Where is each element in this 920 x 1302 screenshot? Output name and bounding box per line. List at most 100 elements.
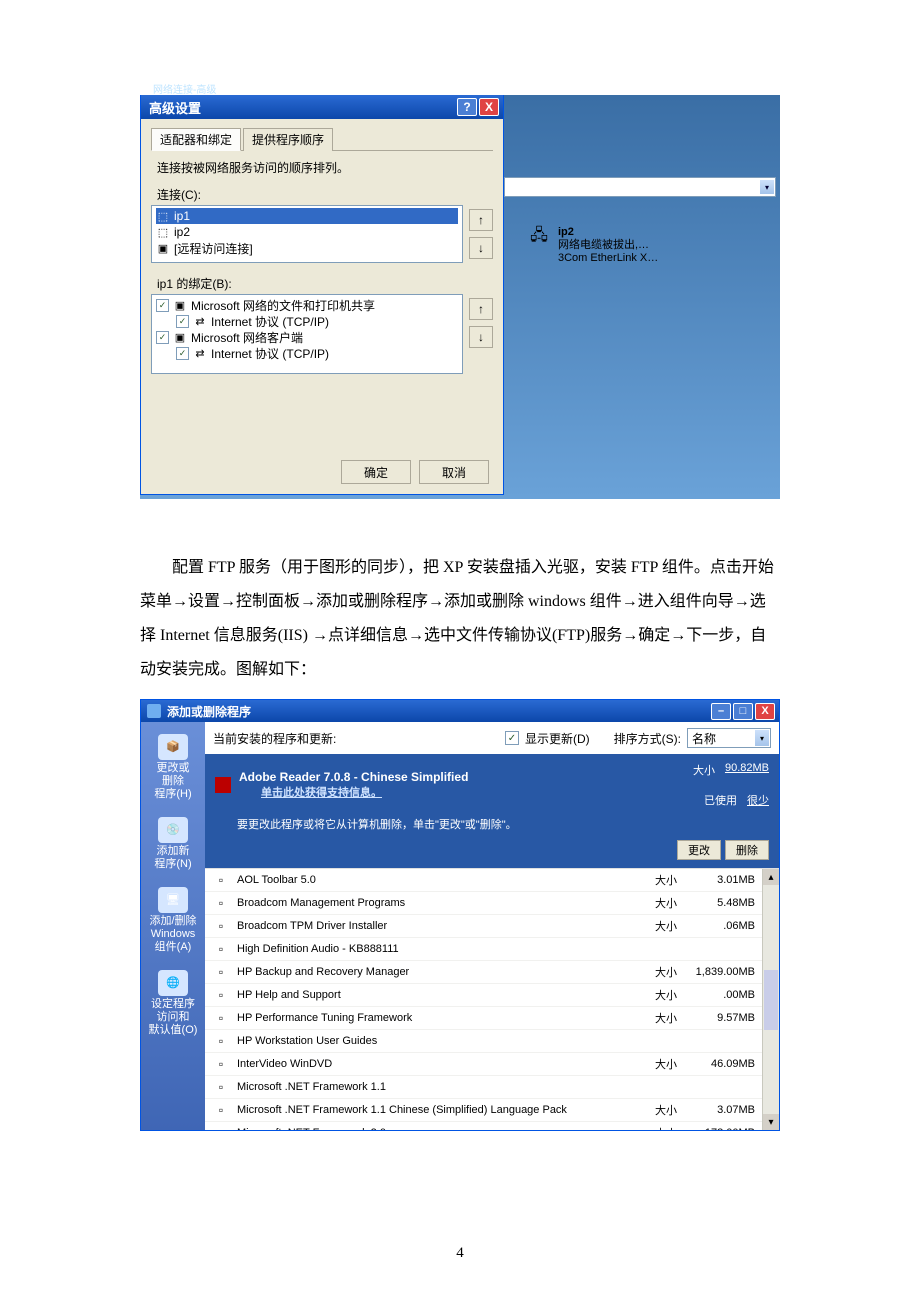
connection-label: [远程访问连接]: [174, 240, 253, 257]
connections-list[interactable]: ⬚ ip1 ⬚ ip2 ▣ [远程访问连接]: [151, 205, 463, 263]
programs-list[interactable]: ▫AOL Toolbar 5.0大小3.01MB ▫ Broadcom Manage…: [205, 868, 779, 1130]
size-label: 大小: [647, 1056, 677, 1072]
sidebar-change-remove[interactable]: 📦 更改或 删除 程序(H): [141, 728, 205, 811]
binding-label: Internet 协议 (TCP/IP): [211, 345, 329, 362]
checkbox-icon[interactable]: ✓: [156, 299, 169, 312]
cancel-button[interactable]: 取消: [419, 460, 489, 484]
binding-item[interactable]: ✓ ▣ Microsoft 网络的文件和打印机共享: [156, 297, 458, 313]
program-row[interactable]: ▫HP Performance Tuning Framework大小9.57MB: [205, 1007, 779, 1030]
program-icon: ▫: [213, 964, 229, 980]
window-title: 添加或删除程序: [167, 703, 251, 720]
program-row[interactable]: ▫HP Workstation User Guides: [205, 1030, 779, 1053]
program-name: Microsoft .NET Framework 1.1 Chinese (Si…: [237, 1104, 639, 1116]
sidebar-add-new[interactable]: 💿 添加新 程序(N): [141, 811, 205, 881]
sort-select[interactable]: 名称 ▾: [687, 728, 771, 748]
chevron-down-icon[interactable]: ▾: [760, 180, 774, 194]
program-row[interactable]: ▫InterVideo WinDVD大小46.09MB: [205, 1053, 779, 1076]
connection-order-arrows: ↑ ↓: [469, 205, 493, 263]
address-dropdown[interactable]: ▾: [504, 177, 776, 197]
size-value: 3.01MB: [685, 874, 755, 886]
remove-button[interactable]: 删除: [725, 840, 769, 860]
connection-item-ip2[interactable]: ⬚ ip2: [156, 224, 458, 240]
program-name: Microsoft .NET Framework 2.0: [237, 1127, 639, 1130]
network-adapter-icon[interactable]: 🖧: [526, 225, 552, 249]
program-name: Broadcom Management Programs: [237, 897, 639, 909]
checkbox-icon[interactable]: ✓: [176, 315, 189, 328]
change-remove-note: 要更改此程序或将它从计算机删除，单击"更改"或"删除"。: [237, 816, 769, 832]
program-icon: ▫: [213, 1125, 229, 1130]
connection-item-remote[interactable]: ▣ [远程访问连接]: [156, 240, 458, 256]
program-icon: ▫: [213, 1079, 229, 1095]
ok-button[interactable]: 确定: [341, 460, 411, 484]
page-number: 4: [0, 1245, 920, 1262]
checkbox-icon[interactable]: ✓: [156, 331, 169, 344]
program-row[interactable]: ▫HP Backup and Recovery Manager大小1,839.0…: [205, 961, 779, 984]
move-up-button[interactable]: ↑: [469, 209, 493, 231]
show-updates-checkbox[interactable]: ✓: [505, 731, 519, 745]
program-row[interactable]: ▫High Definition Audio - KB888111: [205, 938, 779, 961]
binding-label: Internet 协议 (TCP/IP): [211, 313, 329, 330]
program-icon: ▫: [213, 941, 229, 957]
network-connection-icons: 🖧 ip2 网络电缆被拔出,… 3Com EtherLink X…: [526, 225, 658, 267]
program-icon: ▫: [213, 1102, 229, 1118]
binding-item[interactable]: ✓ ⇄ Internet 协议 (TCP/IP): [156, 313, 458, 329]
change-button[interactable]: 更改: [677, 840, 721, 860]
bindings-list[interactable]: ✓ ▣ Microsoft 网络的文件和打印机共享 ✓ ⇄ Internet 协…: [151, 294, 463, 374]
program-row[interactable]: ▫Broadcom Management Programs大小5.48MB: [205, 892, 779, 915]
title-bar: 添加或删除程序 – □ X: [141, 700, 779, 722]
scroll-thumb[interactable]: [764, 970, 778, 1030]
size-value: 178.00MB: [685, 1127, 755, 1130]
program-row[interactable]: ▫HP Help and Support大小.00MB: [205, 984, 779, 1007]
program-name: Broadcom TPM Driver Installer: [237, 920, 639, 932]
close-button[interactable]: X: [479, 98, 499, 116]
protocol-icon: ⇄: [193, 315, 207, 328]
vertical-scrollbar[interactable]: ▴ ▾: [762, 869, 779, 1130]
program-row[interactable]: ▫Broadcom TPM Driver Installer大小.06MB: [205, 915, 779, 938]
box-icon: 📦: [158, 734, 188, 760]
tab-provider-order[interactable]: 提供程序顺序: [243, 128, 333, 151]
maximize-button[interactable]: □: [733, 703, 753, 720]
support-link[interactable]: 单击此处获得支持信息。: [261, 787, 382, 799]
sidebar-program-access[interactable]: 🌐 设定程序 访问和 默认值(O): [141, 964, 205, 1047]
cd-icon: 💿: [158, 817, 188, 843]
connection-item-ip1[interactable]: ⬚ ip1: [156, 208, 458, 224]
checkbox-icon[interactable]: ✓: [176, 347, 189, 360]
dialog-actions: 确定 取消: [341, 460, 489, 484]
binding-item[interactable]: ✓ ⇄ Internet 协议 (TCP/IP): [156, 345, 458, 361]
size-value: 3.07MB: [685, 1104, 755, 1116]
chevron-down-icon: ▾: [755, 730, 769, 746]
scroll-down-icon[interactable]: ▾: [763, 1114, 779, 1130]
binding-label: Microsoft 网络的文件和打印机共享: [191, 297, 375, 314]
components-icon: 🖥: [158, 887, 188, 913]
window-title: 高级设置: [149, 98, 201, 117]
size-label: 大小: [647, 1010, 677, 1026]
tab-adapters-bindings[interactable]: 适配器和绑定: [151, 128, 241, 151]
size-label: 大小: [647, 895, 677, 911]
dialog-description: 连接按被网络服务访问的顺序排列。: [157, 159, 493, 176]
binding-order-arrows: ↑ ↓: [469, 294, 493, 374]
close-button[interactable]: X: [755, 703, 775, 720]
service-icon: ▣: [173, 331, 187, 344]
ip2-status-line2: 3Com EtherLink X…: [558, 252, 658, 264]
content-header: 当前安装的程序和更新: ✓ 显示更新(D) 排序方式(S): 名称 ▾: [205, 722, 779, 754]
move-up-button[interactable]: ↑: [469, 298, 493, 320]
program-row[interactable]: ▫ Microsoft .NET Framework 1.1 Chinese (S…: [205, 1099, 779, 1122]
minimize-button[interactable]: –: [711, 703, 731, 720]
program-name: Adobe Reader 7.0.8 - Chinese Simplified: [239, 770, 468, 784]
program-row[interactable]: ▫AOL Toolbar 5.0大小3.01MB: [205, 869, 779, 892]
program-row[interactable]: ▫Microsoft .NET Framework 2.0大小178.00MB: [205, 1122, 779, 1130]
size-value: .06MB: [685, 920, 755, 932]
sidebar-windows-components[interactable]: 🖥 添加/删除 Windows 组件(A): [141, 881, 205, 964]
binding-item[interactable]: ✓ ▣ Microsoft 网络客户端: [156, 329, 458, 345]
parent-window-hint: 网络连接-高级: [153, 81, 216, 96]
connections-label: 连接(C):: [157, 186, 493, 203]
protocol-icon: ⇄: [193, 347, 207, 360]
help-button[interactable]: ?: [457, 98, 477, 116]
program-icon: ▫: [213, 1056, 229, 1072]
program-row[interactable]: ▫Microsoft .NET Framework 1.1: [205, 1076, 779, 1099]
installed-programs-label: 当前安装的程序和更新:: [213, 730, 336, 747]
move-down-button[interactable]: ↓: [469, 326, 493, 348]
title-bar: 高级设置 ? X: [141, 95, 503, 119]
move-down-button[interactable]: ↓: [469, 237, 493, 259]
scroll-up-icon[interactable]: ▴: [763, 869, 779, 885]
